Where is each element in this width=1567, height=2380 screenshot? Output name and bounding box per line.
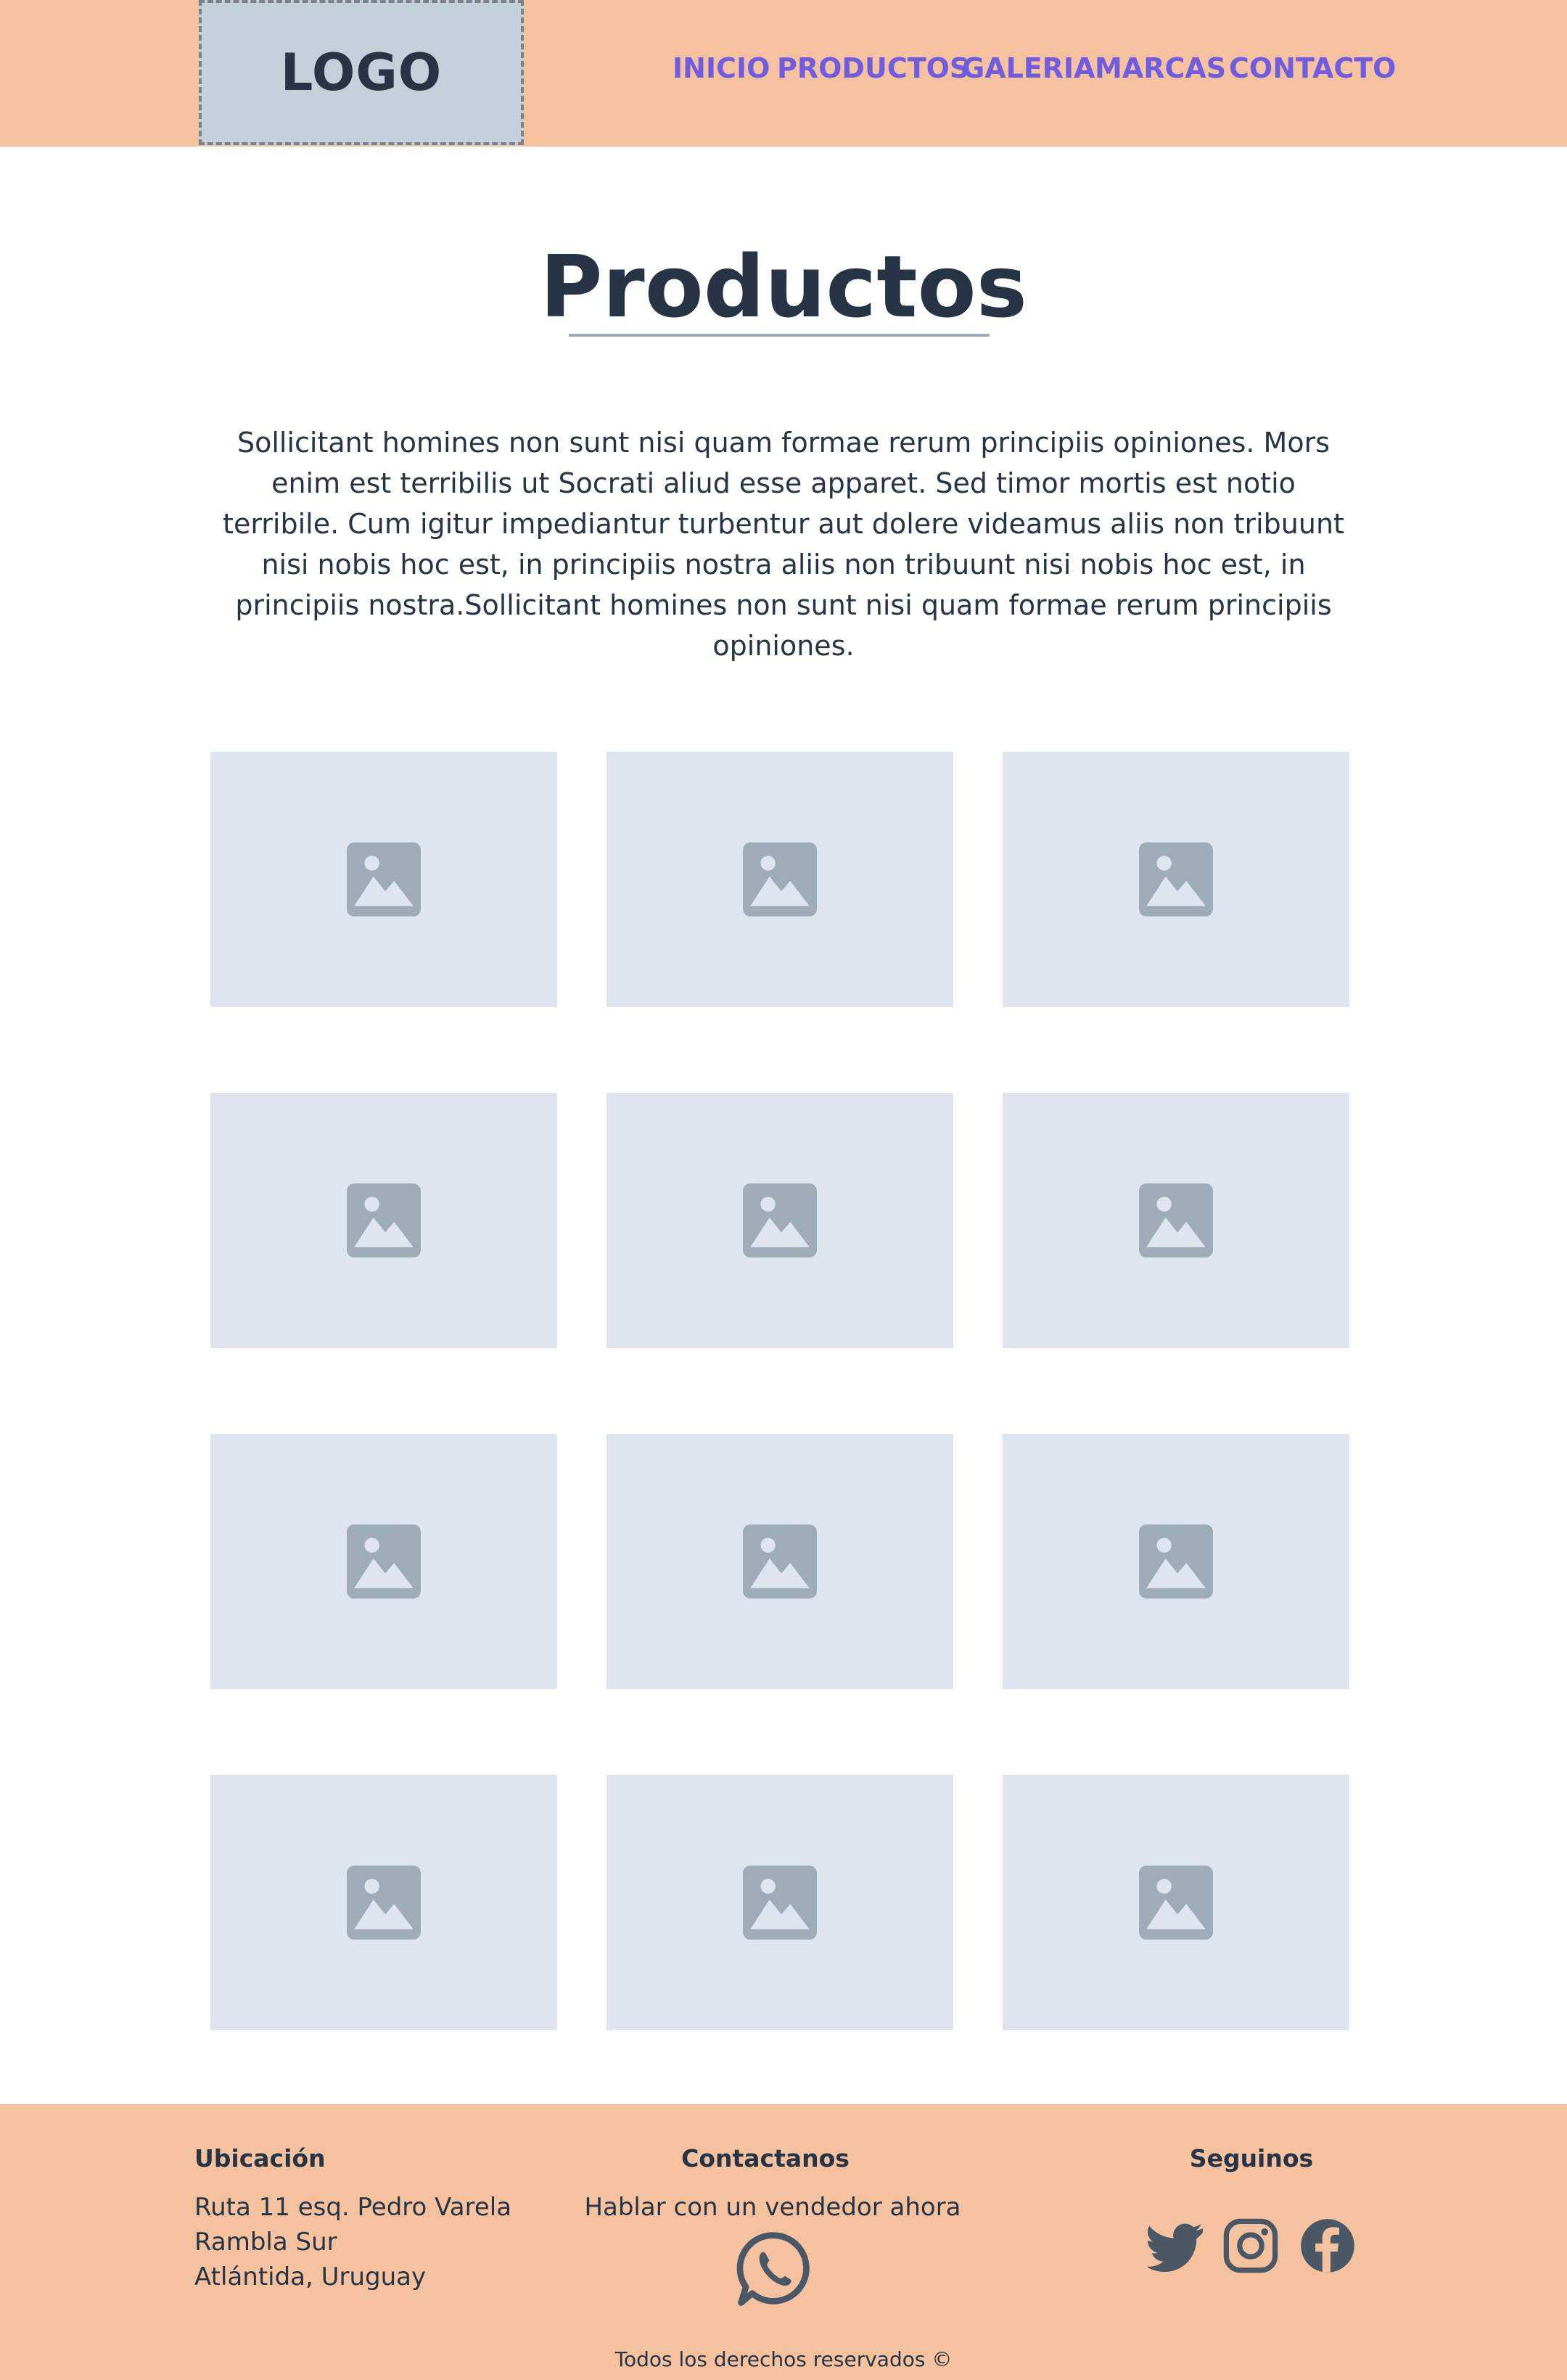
product-tile[interactable] bbox=[1003, 752, 1349, 1007]
image-placeholder-icon bbox=[347, 1525, 421, 1599]
image-placeholder-icon bbox=[347, 1866, 421, 1940]
copyright: Todos los derechos reservados © bbox=[614, 2347, 953, 2371]
intro-paragraph: Sollicitant homines non sunt nisi quam f… bbox=[223, 427, 1344, 662]
product-tile[interactable] bbox=[210, 1093, 557, 1348]
address-line-3: Atlántida, Uruguay bbox=[194, 2262, 427, 2291]
image-placeholder-icon bbox=[743, 1183, 817, 1257]
nav-galeria[interactable]: GALERIA bbox=[962, 52, 1095, 84]
page-title: Productos bbox=[540, 237, 1027, 337]
contact-text[interactable]: Hablar con un vendedor ahora bbox=[566, 2190, 979, 2225]
image-placeholder-icon bbox=[743, 1866, 817, 1940]
image-placeholder-icon bbox=[1139, 1183, 1213, 1257]
image-placeholder-icon bbox=[743, 1525, 817, 1599]
product-tile[interactable] bbox=[606, 1093, 953, 1348]
nav-productos[interactable]: PRODUCTOS bbox=[777, 52, 969, 84]
logo[interactable]: LOGO bbox=[199, 0, 524, 145]
nav-contacto[interactable]: CONTACTO bbox=[1229, 52, 1397, 84]
instagram-icon[interactable] bbox=[1222, 2217, 1280, 2278]
contact-heading: Contactanos bbox=[681, 2144, 850, 2172]
follow-heading: Seguinos bbox=[1189, 2144, 1314, 2172]
product-tile[interactable] bbox=[1003, 1093, 1349, 1348]
product-tile[interactable] bbox=[1003, 1434, 1349, 1689]
image-placeholder-icon bbox=[347, 1183, 421, 1257]
address-line-2: Rambla Sur bbox=[194, 2228, 337, 2257]
logo-text: LOGO bbox=[280, 43, 443, 102]
product-tile[interactable] bbox=[1003, 1775, 1349, 2030]
product-tile[interactable] bbox=[210, 1775, 557, 2030]
product-tile[interactable] bbox=[606, 1434, 953, 1689]
product-tile[interactable] bbox=[606, 752, 953, 1007]
nav-marcas[interactable]: MARCAS bbox=[1095, 52, 1226, 84]
product-tile[interactable] bbox=[210, 752, 557, 1007]
twitter-icon[interactable] bbox=[1146, 2217, 1206, 2278]
location-heading: Ubicación bbox=[194, 2144, 326, 2172]
product-tile[interactable] bbox=[606, 1775, 953, 2030]
image-placeholder-icon bbox=[1139, 1866, 1213, 1940]
nav-inicio[interactable]: INICIO bbox=[673, 52, 770, 84]
address-line-1: Ruta 11 esq. Pedro Varela bbox=[194, 2193, 512, 2222]
image-placeholder-icon bbox=[347, 842, 421, 916]
image-placeholder-icon bbox=[1139, 1525, 1213, 1599]
image-placeholder-icon bbox=[743, 842, 817, 916]
facebook-icon[interactable] bbox=[1299, 2217, 1357, 2278]
product-tile[interactable] bbox=[210, 1434, 557, 1689]
image-placeholder-icon bbox=[1139, 842, 1213, 916]
site-header: LOGO INICIO PRODUCTOS GALERIA MARCAS CON… bbox=[0, 0, 1567, 147]
whatsapp-icon[interactable] bbox=[735, 2229, 813, 2307]
title-underline bbox=[569, 334, 990, 337]
